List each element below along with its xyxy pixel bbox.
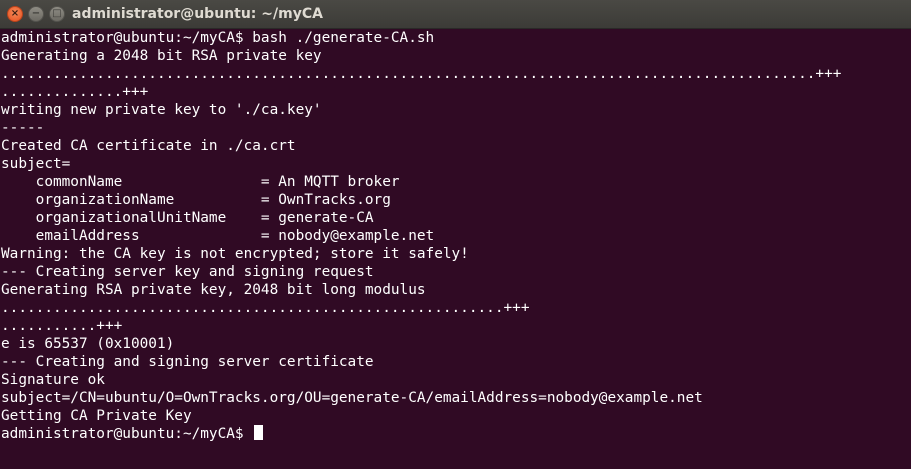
terminal-line: administrator@ubuntu:~/myCA$ bash ./gene… bbox=[1, 30, 435, 46]
terminal-line: subject=/CN=ubuntu/O=OwnTracks.org/OU=ge… bbox=[1, 390, 703, 406]
terminal-line: --- Creating and signing server certific… bbox=[1, 354, 374, 370]
terminal-line: Getting CA Private Key bbox=[1, 408, 192, 424]
terminal-window: × − □ administrator@ubuntu: ~/myCA admin… bbox=[0, 0, 911, 469]
terminal-output[interactable]: administrator@ubuntu:~/myCA$ bash ./gene… bbox=[0, 29, 911, 469]
close-icon: × bbox=[10, 8, 20, 19]
maximize-icon: □ bbox=[52, 8, 62, 19]
minimize-button[interactable]: − bbox=[28, 6, 44, 22]
close-button[interactable]: × bbox=[7, 6, 23, 22]
minimize-icon: − bbox=[31, 8, 41, 19]
title-bar[interactable]: × − □ administrator@ubuntu: ~/myCA bbox=[0, 0, 911, 29]
terminal-line: subject= bbox=[1, 156, 71, 172]
terminal-line: organizationName = OwnTracks.org bbox=[1, 192, 391, 208]
terminal-line: writing new private key to './ca.key' bbox=[1, 102, 322, 118]
prompt-text: administrator@ubuntu:~/myCA$ bbox=[1, 426, 253, 442]
terminal-line: e is 65537 (0x10001) bbox=[1, 336, 175, 352]
terminal-line: Generating a 2048 bit RSA private key bbox=[1, 48, 322, 64]
text-cursor bbox=[254, 425, 264, 440]
terminal-line: ...........+++ bbox=[1, 318, 123, 334]
prompt-line[interactable]: administrator@ubuntu:~/myCA$ bbox=[1, 425, 911, 443]
terminal-line: commonName = An MQTT broker bbox=[1, 174, 400, 190]
terminal-line: Created CA certificate in ./ca.crt bbox=[1, 138, 296, 154]
terminal-line: emailAddress = nobody@example.net bbox=[1, 228, 435, 244]
terminal-line: Generating RSA private key, 2048 bit lon… bbox=[1, 282, 426, 298]
window-title: administrator@ubuntu: ~/myCA bbox=[72, 6, 323, 22]
terminal-line: ..............+++ bbox=[1, 84, 149, 100]
terminal-line: --- Creating server key and signing requ… bbox=[1, 264, 374, 280]
window-controls: × − □ bbox=[7, 6, 65, 22]
maximize-button[interactable]: □ bbox=[49, 6, 65, 22]
terminal-line: ----- bbox=[1, 120, 45, 136]
terminal-line: Signature ok bbox=[1, 372, 105, 388]
terminal-line: ........................................… bbox=[1, 66, 842, 82]
terminal-line: organizationalUnitName = generate-CA bbox=[1, 210, 374, 226]
terminal-line: Warning: the CA key is not encrypted; st… bbox=[1, 246, 469, 262]
terminal-line: ........................................… bbox=[1, 300, 530, 316]
